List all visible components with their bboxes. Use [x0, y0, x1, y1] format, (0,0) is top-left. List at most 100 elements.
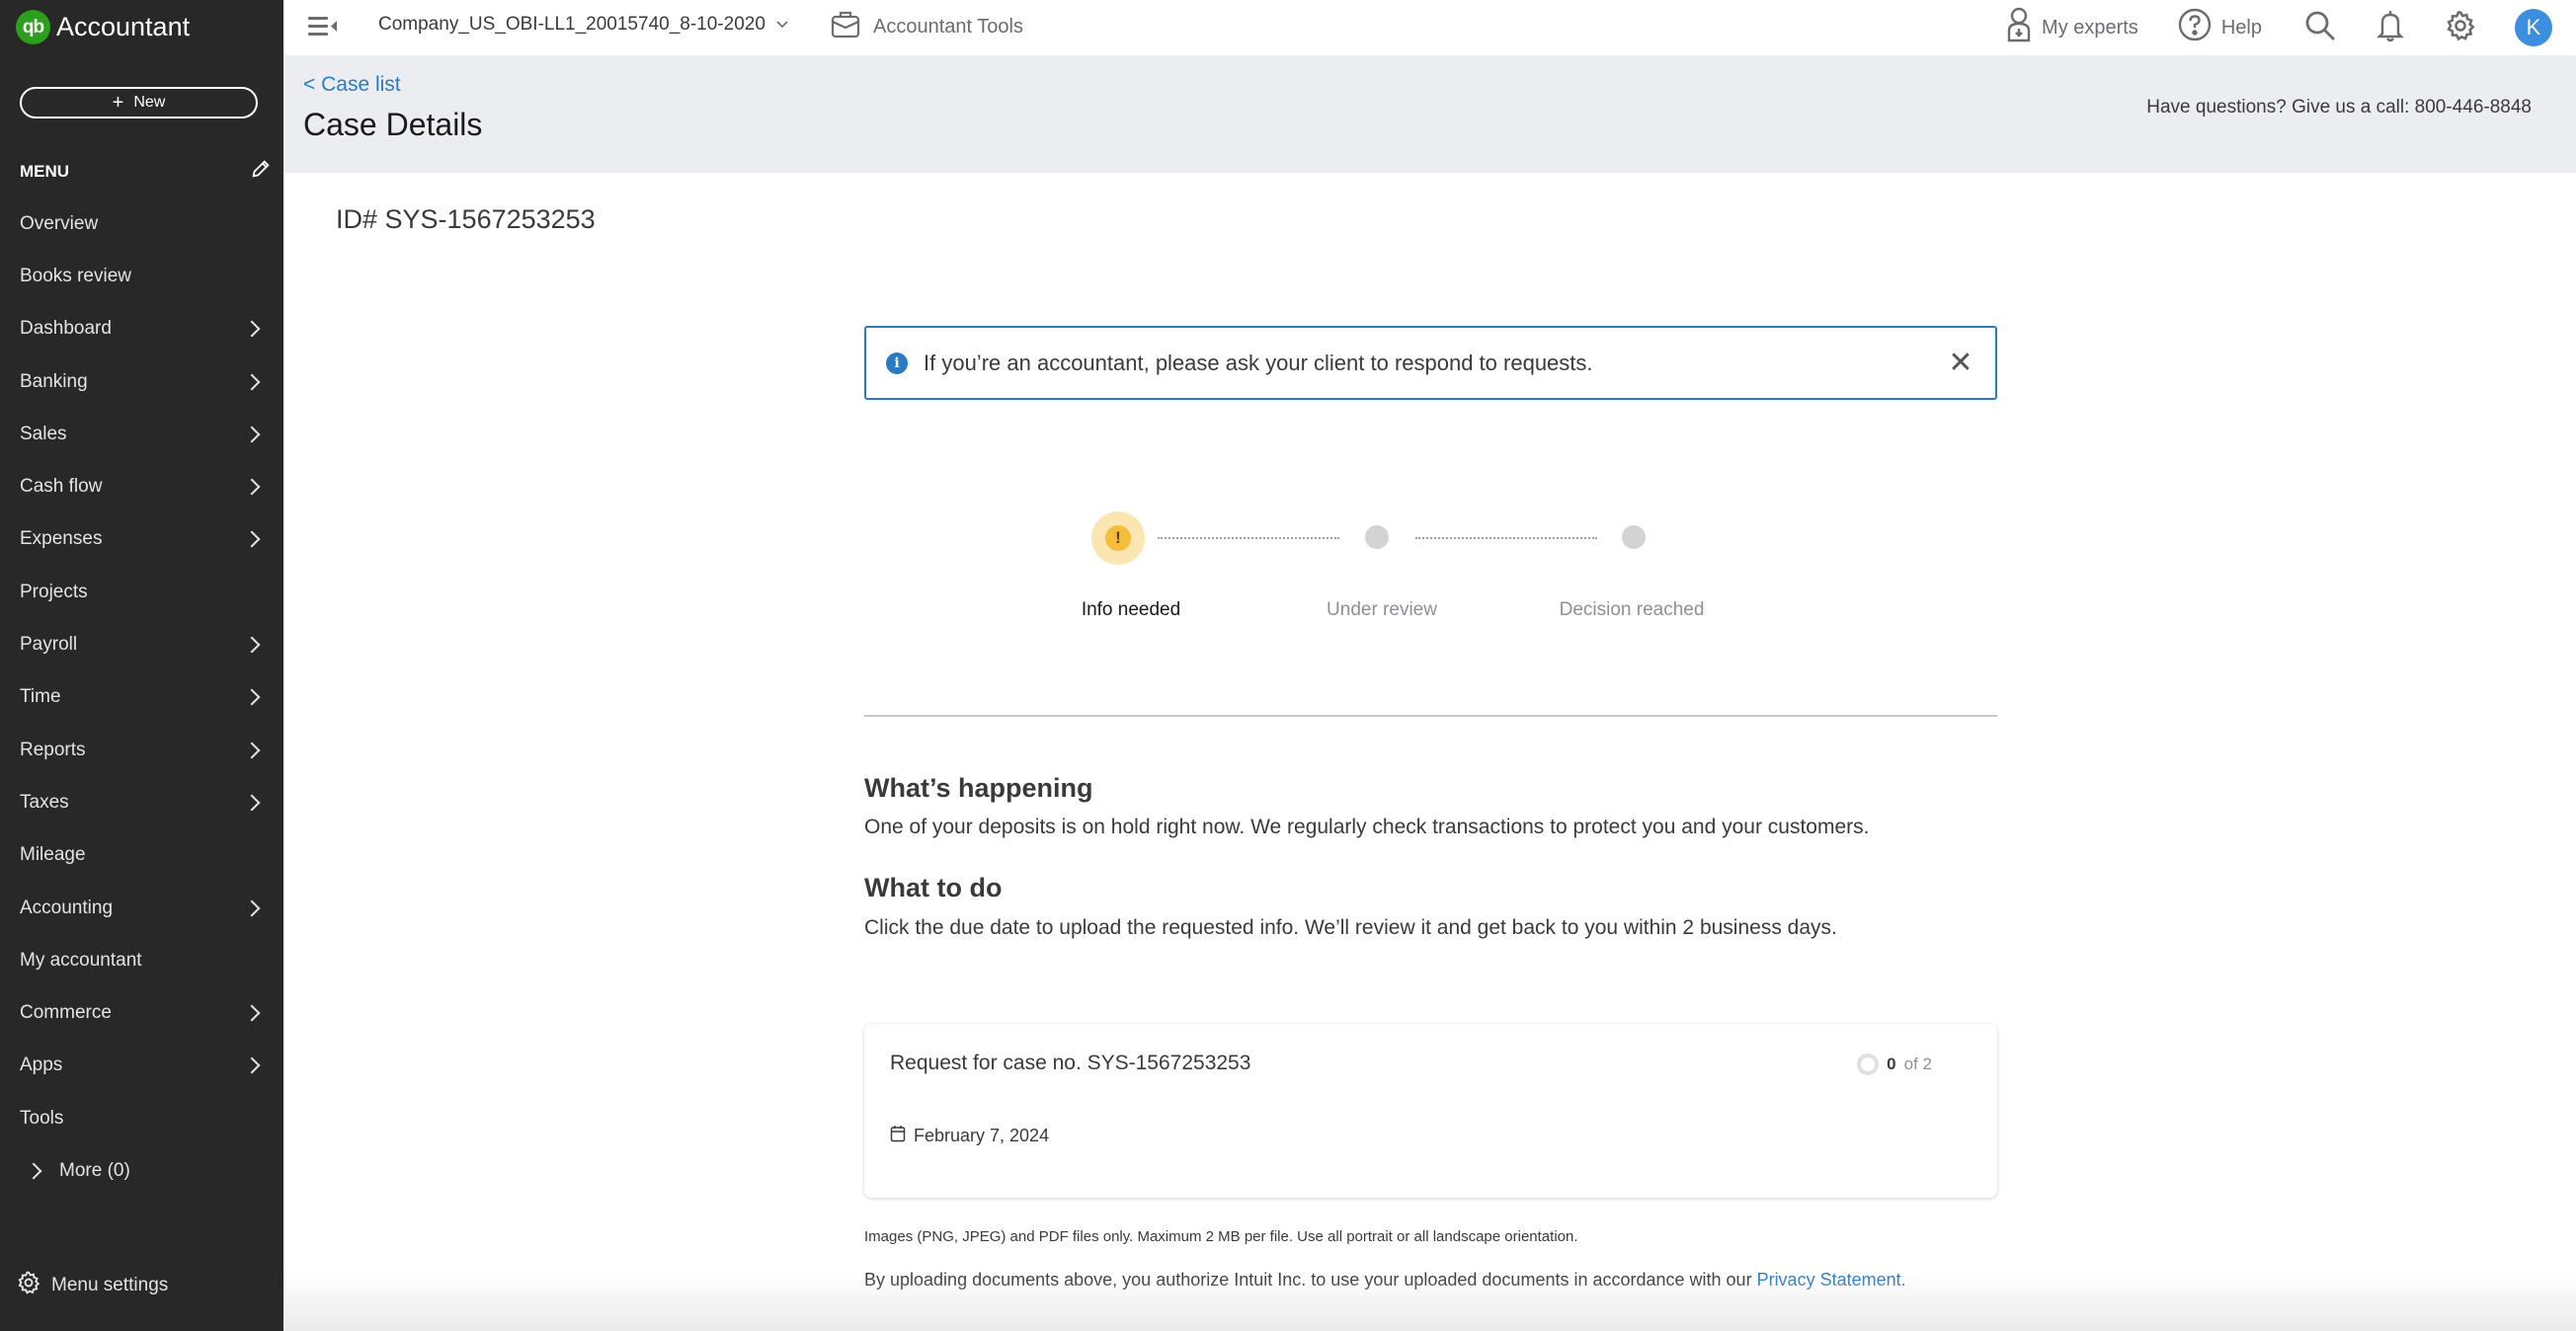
- sidebar-item-label: Taxes: [20, 791, 69, 813]
- request-total-count: of 2: [1903, 1055, 1932, 1073]
- notifications-bell-icon[interactable]: [2376, 8, 2404, 48]
- chevron-right-icon: [243, 636, 261, 654]
- user-avatar[interactable]: K: [2515, 9, 2552, 46]
- sidebar-item-mileage[interactable]: Mileage: [0, 829, 283, 882]
- sidebar-item-apps[interactable]: Apps: [0, 1040, 283, 1092]
- request-card[interactable]: Request for case no. SYS-1567253253 0 of…: [864, 1024, 1997, 1198]
- brand-logo[interactable]: qb Accountant: [16, 10, 190, 44]
- chevron-right-icon: [243, 794, 261, 812]
- help-button[interactable]: Help: [2178, 8, 2262, 47]
- sidebar-item-dashboard[interactable]: Dashboard: [0, 303, 283, 355]
- plus-icon: +: [112, 92, 124, 114]
- sidebar-item-commerce[interactable]: Commerce: [0, 986, 283, 1039]
- case-list-link[interactable]: < Case list: [303, 73, 401, 97]
- accountant-tools-button[interactable]: Accountant Tools: [830, 8, 1023, 45]
- section-divider: [864, 715, 1997, 717]
- sidebar-item-banking[interactable]: Banking: [0, 355, 283, 408]
- authorization-note: By uploading documents above, you author…: [864, 1270, 1906, 1291]
- sidebar-item-more[interactable]: More (0): [0, 1144, 283, 1197]
- edit-menu-pencil-icon[interactable]: [250, 158, 272, 185]
- chevron-right-icon: [243, 426, 261, 443]
- my-experts-label: My experts: [2042, 16, 2138, 39]
- chevron-right-icon: [25, 1162, 42, 1180]
- sidebar-item-label: My accountant: [20, 949, 142, 971]
- chevron-right-icon: [243, 1057, 261, 1074]
- what-to-do-text: Click the due date to upload the request…: [864, 916, 1837, 939]
- menu-settings-label: Menu settings: [51, 1275, 169, 1295]
- accountant-tools-label: Accountant Tools: [873, 15, 1023, 38]
- chevron-right-icon: [243, 320, 261, 338]
- sidebar-item-label: Apps: [20, 1055, 63, 1076]
- sidebar-item-label: Commerce: [20, 1002, 112, 1024]
- search-icon[interactable]: [2303, 9, 2337, 47]
- page-header: < Case list Case Details Have questions?…: [283, 55, 2576, 173]
- chevron-right-icon: [243, 742, 261, 759]
- alert-exclamation-icon: !: [1105, 525, 1131, 551]
- help-question-icon: [2178, 8, 2212, 47]
- due-date-link[interactable]: February 7, 2024: [890, 1125, 1049, 1147]
- sidebar-item-tools[interactable]: Tools: [0, 1092, 283, 1144]
- quickbooks-logo-icon: qb: [16, 10, 50, 44]
- sidebar-item-time[interactable]: Time: [0, 671, 283, 724]
- request-title: Request for case no. SYS-1567253253: [890, 1052, 1251, 1074]
- step-decision-reached-dot: [1622, 525, 1646, 549]
- sidebar-item-sales[interactable]: Sales: [0, 408, 283, 460]
- sidebar-item-my-accountant[interactable]: My accountant: [0, 934, 283, 986]
- whats-happening-text: One of your deposits is on hold right no…: [864, 816, 1870, 838]
- collapse-menu-icon[interactable]: [308, 14, 340, 44]
- info-icon: i: [886, 352, 908, 374]
- sidebar-item-expenses[interactable]: Expenses: [0, 513, 283, 566]
- chevron-right-icon: [243, 373, 261, 391]
- sidebar-item-books-review[interactable]: Books review: [0, 250, 283, 302]
- sidebar-item-label: Payroll: [20, 634, 78, 656]
- sidebar-item-cash-flow[interactable]: Cash flow: [0, 460, 283, 512]
- brand-name: Accountant: [56, 12, 191, 41]
- company-switcher[interactable]: Company_US_OBI-LL1_20015740_8-10-2020: [378, 14, 789, 36]
- new-button[interactable]: + New: [20, 87, 258, 118]
- gear-icon: [16, 1270, 41, 1301]
- chevron-right-icon: [243, 1004, 261, 1022]
- whats-happening-heading: What’s happening: [864, 773, 1093, 803]
- sidebar-item-label: Projects: [20, 581, 88, 602]
- chevron-down-icon: [775, 14, 789, 36]
- case-id: ID# SYS-1567253253: [336, 204, 596, 234]
- chevron-right-icon: [243, 478, 261, 496]
- sidebar-item-accounting[interactable]: Accounting: [0, 882, 283, 934]
- top-bar: Company_US_OBI-LL1_20015740_8-10-2020 Ac…: [283, 0, 2576, 55]
- sidebar: qb Accountant + New MENU Overview Books r…: [0, 0, 283, 1331]
- sidebar-item-label: Banking: [20, 370, 88, 392]
- sidebar-item-projects[interactable]: Projects: [0, 566, 283, 618]
- step-label-decision-reached: Decision reached: [1559, 599, 1705, 620]
- what-to-do-heading: What to do: [864, 873, 1003, 902]
- sidebar-item-taxes[interactable]: Taxes: [0, 776, 283, 828]
- sidebar-item-reports[interactable]: Reports: [0, 724, 283, 776]
- my-experts-button[interactable]: My experts: [2006, 7, 2138, 48]
- privacy-statement-link[interactable]: Privacy Statement.: [1757, 1270, 1906, 1290]
- help-label: Help: [2220, 16, 2262, 39]
- sidebar-item-payroll[interactable]: Payroll: [0, 618, 283, 670]
- top-right-actions: My experts Help K: [2006, 0, 2576, 55]
- close-icon[interactable]: ✕: [1946, 348, 1975, 378]
- sidebar-item-label: Overview: [20, 212, 99, 234]
- step-connector: [1415, 537, 1597, 539]
- sidebar-item-label: Expenses: [20, 528, 103, 550]
- chevron-right-icon: [243, 900, 261, 916]
- sidebar-item-label: Dashboard: [20, 318, 112, 340]
- sidebar-item-label: Reports: [20, 739, 86, 760]
- sidebar-more-label: More (0): [59, 1159, 130, 1181]
- sidebar-item-label: Tools: [20, 1107, 64, 1129]
- page-title: Case Details: [303, 107, 483, 142]
- company-name: Company_US_OBI-LL1_20015740_8-10-2020: [378, 14, 765, 35]
- sidebar-item-label: Sales: [20, 423, 67, 444]
- sidebar-item-overview[interactable]: Overview: [0, 197, 283, 250]
- settings-gear-icon[interactable]: [2444, 9, 2477, 47]
- menu-settings-button[interactable]: Menu settings: [16, 1270, 168, 1301]
- support-phone-text: Have questions? Give us a call: 800-446-…: [2146, 97, 2532, 117]
- sidebar-item-label: Time: [20, 686, 61, 708]
- step-connector: [1158, 537, 1339, 539]
- menu-heading: MENU: [20, 161, 70, 181]
- chevron-right-icon: [243, 688, 261, 706]
- chevron-right-icon: [243, 530, 261, 548]
- sidebar-item-label: Accounting: [20, 897, 114, 918]
- request-progress: 0 of 2: [1857, 1054, 1932, 1075]
